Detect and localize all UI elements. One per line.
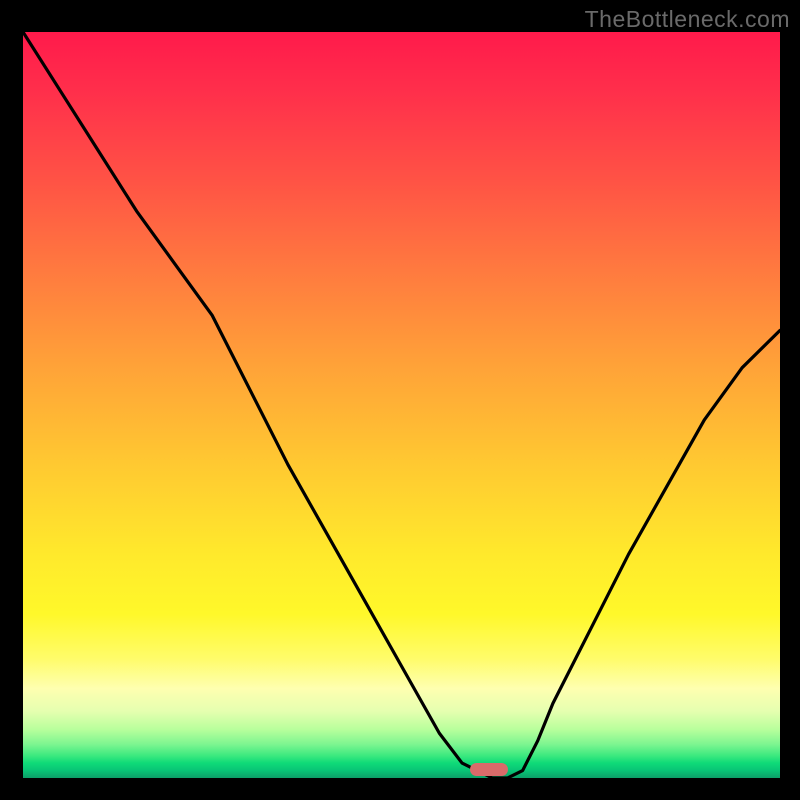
optimal-point-marker — [470, 763, 508, 776]
chart-container: TheBottleneck.com — [0, 0, 800, 800]
attribution-text: TheBottleneck.com — [585, 6, 790, 33]
bottleneck-curve — [23, 32, 780, 778]
plot-area — [23, 32, 780, 778]
